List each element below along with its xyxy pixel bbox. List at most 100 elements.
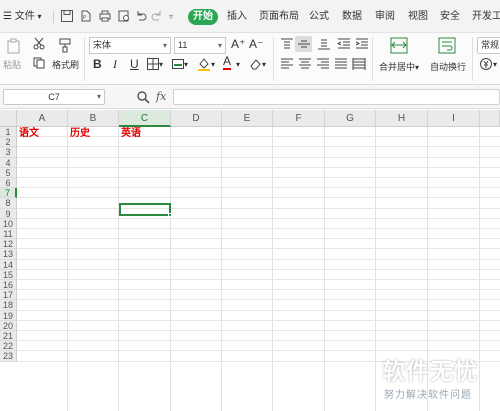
- wrap-text-label[interactable]: 自动换行: [430, 60, 466, 73]
- chevron-down-icon[interactable]: ▾: [184, 58, 188, 72]
- row-header-1[interactable]: 1: [0, 127, 17, 138]
- row-header-19[interactable]: 19: [0, 310, 17, 321]
- select-all-corner[interactable]: [0, 110, 17, 127]
- row-header-12[interactable]: 12: [0, 239, 17, 250]
- row-header-8[interactable]: 8: [0, 198, 17, 209]
- format-painter-icon[interactable]: [57, 37, 73, 53]
- eraser-icon[interactable]: [248, 57, 262, 71]
- justify-icon[interactable]: [334, 57, 348, 71]
- indent-decrease-icon[interactable]: [337, 37, 351, 51]
- wrap-text-icon[interactable]: [438, 37, 456, 54]
- column-header-e[interactable]: E: [222, 110, 273, 127]
- cell-c1[interactable]: 英语: [121, 128, 141, 140]
- column-header-f[interactable]: F: [273, 110, 325, 127]
- italic-button[interactable]: I: [113, 57, 117, 71]
- font-size-select[interactable]: 11 ▾: [174, 37, 226, 54]
- borders-icon[interactable]: [146, 57, 160, 71]
- column-header-a[interactable]: A: [17, 110, 68, 127]
- cut-icon[interactable]: [32, 37, 46, 51]
- cell-a1[interactable]: 语文: [19, 128, 39, 140]
- column-header-partial[interactable]: [480, 110, 500, 127]
- align-bottom-icon[interactable]: [317, 37, 331, 51]
- print-preview-icon[interactable]: [117, 9, 131, 23]
- tab-developer[interactable]: 开发工: [472, 9, 500, 25]
- row-header-4[interactable]: 4: [0, 157, 17, 168]
- tab-insert[interactable]: 插入: [227, 9, 247, 25]
- name-box[interactable]: C7 ▾: [3, 89, 105, 105]
- row-header-18[interactable]: 18: [0, 300, 17, 311]
- redo-icon[interactable]: [150, 9, 164, 23]
- chevron-down-icon[interactable]: ▾: [159, 58, 163, 72]
- align-center-icon[interactable]: [298, 57, 312, 71]
- currency-format-icon[interactable]: [479, 57, 493, 71]
- insert-function-button[interactable]: fx: [156, 90, 166, 103]
- tab-formulas[interactable]: 公式: [309, 9, 329, 25]
- row-header-5[interactable]: 5: [0, 167, 17, 178]
- file-menu[interactable]: ☰ 文件 ▾: [3, 9, 42, 25]
- row-header-11[interactable]: 11: [0, 229, 17, 240]
- row-header-6[interactable]: 6: [0, 178, 17, 189]
- row-header-22[interactable]: 22: [0, 341, 17, 352]
- increase-font-icon[interactable]: A⁺: [231, 37, 245, 51]
- row-header-3[interactable]: 3: [0, 147, 17, 158]
- distributed-align-icon[interactable]: [352, 57, 366, 71]
- merge-center-icon[interactable]: [390, 37, 408, 54]
- row-header-23[interactable]: 23: [0, 351, 17, 362]
- tab-security[interactable]: 安全: [440, 9, 460, 25]
- customize-chevron-icon[interactable]: ▿: [169, 9, 173, 25]
- align-top-icon[interactable]: [280, 37, 294, 51]
- hamburger-icon: ☰: [3, 11, 12, 22]
- output-pdf-icon[interactable]: P: [79, 9, 93, 23]
- cell-b1[interactable]: 历史: [70, 128, 90, 140]
- copy-icon[interactable]: [32, 56, 46, 70]
- chevron-down-icon[interactable]: ▾: [262, 58, 266, 72]
- row-header-13[interactable]: 13: [0, 249, 17, 260]
- print-icon[interactable]: [98, 9, 112, 23]
- row-header-21[interactable]: 21: [0, 331, 17, 342]
- tab-page-layout[interactable]: 页面布局: [259, 9, 299, 25]
- formula-input[interactable]: [173, 89, 500, 105]
- number-format-select[interactable]: 常规: [477, 37, 500, 54]
- align-middle-button[interactable]: [295, 36, 312, 52]
- chevron-down-icon[interactable]: ▾: [493, 58, 497, 72]
- row-header-20[interactable]: 20: [0, 320, 17, 331]
- font-name-select[interactable]: 宋体 ▾: [89, 37, 171, 54]
- row-header-14[interactable]: 14: [0, 259, 17, 270]
- merge-center-button[interactable]: 合并居中▾: [379, 60, 419, 73]
- selected-cell-c7[interactable]: [119, 203, 171, 216]
- chevron-down-icon[interactable]: ▾: [236, 58, 240, 72]
- row-header-17[interactable]: 17: [0, 290, 17, 301]
- align-left-icon[interactable]: [280, 57, 294, 71]
- fill-color-icon[interactable]: [197, 57, 211, 71]
- column-header-d[interactable]: D: [171, 110, 222, 127]
- paste-icon[interactable]: [6, 38, 22, 54]
- bold-button[interactable]: B: [93, 57, 102, 71]
- align-right-icon[interactable]: [316, 57, 330, 71]
- row-header-16[interactable]: 16: [0, 280, 17, 291]
- column-header-g[interactable]: G: [325, 110, 376, 127]
- column-header-c[interactable]: C: [119, 110, 171, 127]
- row-header-9[interactable]: 9: [0, 208, 17, 219]
- indent-increase-icon[interactable]: [355, 37, 369, 51]
- column-header-h[interactable]: H: [376, 110, 428, 127]
- column-header-b[interactable]: B: [68, 110, 119, 127]
- fill-handle[interactable]: [168, 213, 172, 217]
- chevron-down-icon[interactable]: ▾: [211, 58, 215, 72]
- save-icon[interactable]: [60, 9, 74, 23]
- decrease-font-icon[interactable]: A⁻: [249, 37, 263, 51]
- font-color-icon[interactable]: A: [223, 55, 232, 70]
- row-header-7[interactable]: 7: [0, 188, 17, 199]
- row-header-2[interactable]: 2: [0, 137, 17, 148]
- cell-style-icon[interactable]: [171, 57, 185, 71]
- tab-review[interactable]: 审阅: [375, 9, 395, 25]
- tab-start[interactable]: 开始: [188, 9, 218, 25]
- tab-data[interactable]: 数据: [342, 9, 362, 25]
- undo-icon[interactable]: [134, 9, 148, 23]
- underline-button[interactable]: U: [130, 57, 139, 71]
- tab-view[interactable]: 视图: [408, 9, 428, 25]
- gridline-horizontal: [17, 207, 500, 209]
- zoom-icon[interactable]: [136, 90, 150, 104]
- row-header-15[interactable]: 15: [0, 269, 17, 280]
- row-header-10[interactable]: 10: [0, 218, 17, 229]
- column-header-i[interactable]: I: [428, 110, 480, 127]
